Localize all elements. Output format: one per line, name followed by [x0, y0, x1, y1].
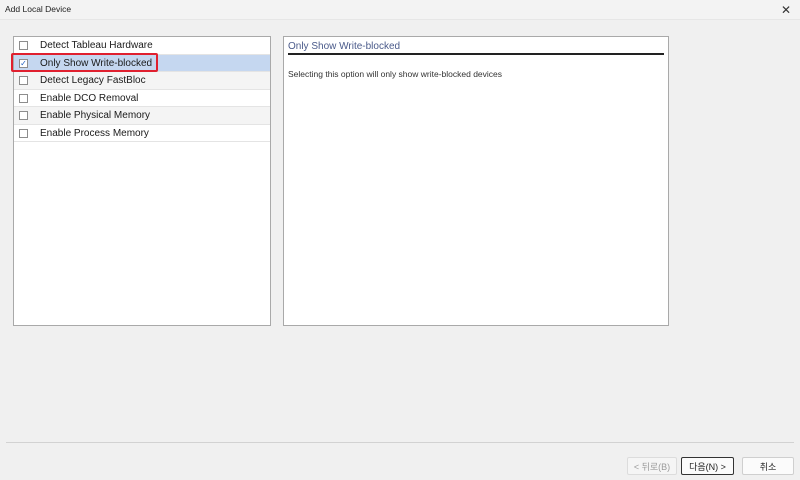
description-title: Only Show Write-blocked — [288, 41, 401, 52]
option-detect-tableau-hardware[interactable]: Detect Tableau Hardware — [14, 37, 270, 55]
cancel-button[interactable]: 취소 — [742, 457, 794, 475]
checkbox-enable-physical-memory[interactable] — [19, 111, 28, 120]
option-label: Enable Physical Memory — [40, 110, 151, 121]
title-bar: Add Local Device ✕ — [0, 0, 800, 20]
checkbox-enable-process-memory[interactable] — [19, 128, 28, 138]
next-button[interactable]: 다음(N) > — [681, 457, 734, 475]
option-label: Detect Legacy FastBloc — [40, 75, 146, 86]
close-icon[interactable]: ✕ — [772, 0, 800, 20]
checkbox-only-show-write-blocked[interactable]: ✓ — [19, 58, 28, 68]
option-only-show-write-blocked[interactable]: ✓ Only Show Write-blocked — [14, 54, 270, 72]
option-label: Enable DCO Removal — [40, 92, 139, 104]
description-panel: Only Show Write-blocked Selecting this o… — [283, 36, 669, 326]
option-label: Enable Process Memory — [40, 127, 149, 139]
window-title: Add Local Device — [5, 4, 72, 14]
back-button[interactable]: < 뒤로(B) — [627, 457, 677, 475]
description-divider — [288, 53, 664, 55]
option-enable-physical-memory[interactable]: Enable Physical Memory — [14, 107, 270, 125]
option-label: Only Show Write-blocked — [40, 57, 153, 69]
option-enable-process-memory[interactable]: Enable Process Memory — [14, 125, 270, 142]
options-list: Detect Tableau Hardware ✓ Only Show Writ… — [13, 36, 271, 326]
option-detect-legacy-fastbloc[interactable]: Detect Legacy FastBloc — [14, 72, 270, 90]
option-enable-dco-removal[interactable]: Enable DCO Removal — [14, 90, 270, 107]
description-text: Selecting this option will only show wri… — [288, 69, 503, 79]
checkbox-enable-dco-removal[interactable] — [19, 93, 28, 103]
checkbox-detect-legacy-fastbloc[interactable] — [19, 76, 28, 85]
option-label: Detect Tableau Hardware — [40, 40, 153, 51]
checkbox-detect-tableau-hardware[interactable] — [19, 41, 28, 50]
footer-divider — [6, 442, 794, 443]
